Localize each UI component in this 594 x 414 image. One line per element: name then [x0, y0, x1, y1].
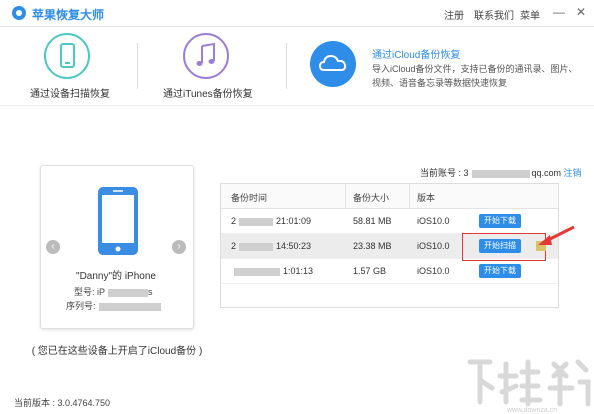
- app-version: 当前版本 : 3.0.4764.750: [14, 398, 111, 408]
- backup-version: iOS10.0: [417, 216, 450, 226]
- iphone-icon: [98, 187, 138, 255]
- mode-device-scan[interactable]: 通过设备扫描恢复: [20, 27, 130, 105]
- backup-time-value: 21:01:09: [276, 216, 312, 226]
- logout-link[interactable]: 注销: [564, 168, 582, 178]
- icloud-backup-note: ( 您已在这些设备上开启了iCloud备份 ): [31, 346, 203, 357]
- backup-time: 2 14:50:23: [231, 241, 311, 251]
- table-row[interactable]: 2 21:01:09 58.81 MB iOS10.0 开始下载: [221, 209, 558, 234]
- table-header: 备份时间 备份大小 版本: [221, 184, 558, 209]
- redacted-block: [234, 267, 280, 276]
- table-row[interactable]: 1:01:13 1.57 GB iOS10.0 开始下载: [221, 259, 558, 284]
- redacted-block: [239, 242, 274, 251]
- account-label: 当前账号 : 3: [420, 168, 469, 178]
- divider: [137, 43, 138, 89]
- backup-size: 1.57 GB: [353, 266, 387, 276]
- backup-size: 23.38 MB: [353, 241, 392, 251]
- title-bar: 苹果恢复大师 注册 联系我们 菜单 — ✕: [0, 0, 594, 27]
- device-model: 型号: iP s: [74, 285, 153, 298]
- menu-button[interactable]: 菜单: [520, 7, 540, 22]
- column-divider: [409, 184, 410, 208]
- register-link[interactable]: 注册: [444, 7, 464, 22]
- header-backup-time: 备份时间: [231, 193, 268, 203]
- close-button[interactable]: ✕: [574, 5, 588, 19]
- download-button[interactable]: 开始下载: [479, 264, 521, 278]
- backup-time: 1:01:13: [231, 266, 313, 276]
- app-logo-icon: [12, 6, 26, 20]
- app-title: 苹果恢复大师: [32, 8, 105, 22]
- music-note-icon: [196, 42, 215, 66]
- backup-time: 2 21:01:09: [231, 216, 311, 226]
- column-divider: [345, 184, 346, 208]
- divider: [286, 43, 287, 89]
- redacted-block: [239, 217, 274, 226]
- backup-size: 58.81 MB: [353, 216, 392, 226]
- phone-icon: [60, 43, 75, 68]
- backup-time-value: 14:50:23: [276, 241, 312, 251]
- redacted-block: [98, 302, 161, 311]
- header-version: 版本: [417, 193, 436, 203]
- next-device-button[interactable]: ›: [172, 240, 186, 254]
- watermark-logo: www.downza.cn: [467, 359, 591, 414]
- redacted-block: [108, 288, 149, 297]
- contact-link[interactable]: 联系我们: [474, 7, 514, 22]
- mode-device-circle: [44, 33, 90, 79]
- header-backup-size: 备份大小: [353, 193, 390, 203]
- account-domain: qq.com: [531, 168, 562, 178]
- redacted-block: [471, 169, 530, 178]
- device-serial: 序列号:: [66, 299, 161, 312]
- svg-text:www.downza.cn: www.downza.cn: [506, 407, 557, 414]
- mode-itunes-label: 通过iTunes备份恢复: [163, 89, 253, 100]
- mode-itunes-circle: [183, 33, 229, 79]
- icloud-mode-description: 导入iCloud备份文件，支持已备份的通讯录、图片、视频、语音备忘录等数据快速恢…: [372, 64, 578, 88]
- backup-version: iOS10.0: [417, 241, 450, 251]
- backup-version: iOS10.0: [417, 266, 450, 276]
- prev-device-button[interactable]: ‹: [46, 240, 60, 254]
- icloud-mode-title: 通过iCloud备份恢复: [372, 50, 461, 61]
- device-name: "Danny"的 iPhone: [76, 271, 156, 282]
- device-model-suffix: s: [148, 287, 153, 297]
- current-account: 当前账号 : 3 qq.com 注销: [420, 166, 582, 179]
- recovery-mode-bar: 通过设备扫描恢复 通过iTunes备份恢复 通过iCloud备份恢复 导入iCl…: [0, 27, 594, 106]
- backup-time-value: 1:01:13: [283, 266, 314, 276]
- cloud-icon: [318, 54, 347, 71]
- backup-date-prefix: 2: [231, 241, 237, 251]
- download-button[interactable]: 开始下载: [479, 214, 521, 228]
- minimize-button[interactable]: —: [552, 5, 566, 19]
- mode-device-label: 通过设备扫描恢复: [30, 89, 110, 100]
- mode-icloud-circle: [310, 41, 356, 87]
- device-model-label: 型号: iP: [74, 287, 106, 297]
- mode-itunes[interactable]: 通过iTunes备份恢复: [150, 27, 270, 105]
- backup-date-prefix: 2: [231, 216, 237, 226]
- annotation-arrow-icon: [538, 225, 575, 245]
- device-serial-label: 序列号:: [66, 301, 96, 311]
